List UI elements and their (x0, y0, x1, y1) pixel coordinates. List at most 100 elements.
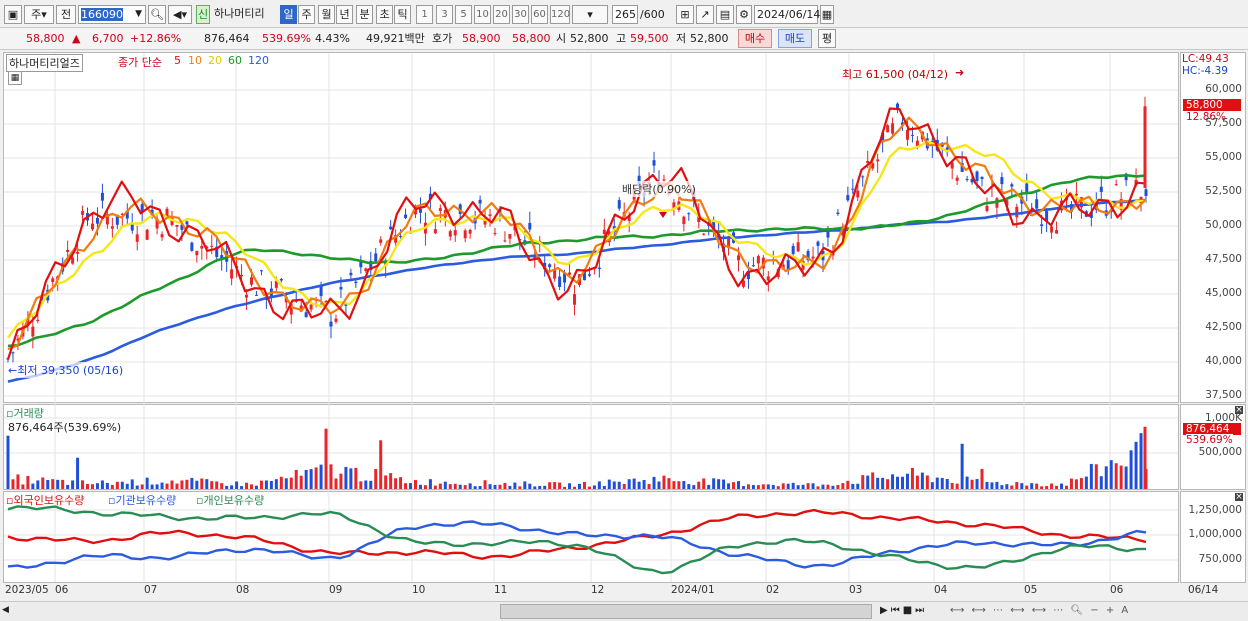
zoom-controls[interactable]: ⟷ ⟷ ⋯ ⟷ ⟷ ⋯ 🔍︎ − + A (950, 605, 1130, 616)
candle-body (453, 230, 457, 236)
candle-body (95, 217, 99, 224)
legend-retail-text: 개인보유수량 (203, 494, 265, 507)
candle-body (359, 261, 363, 268)
volume-bar (1124, 466, 1128, 489)
candle-body (1025, 183, 1029, 192)
volume-bar (478, 486, 482, 489)
candle-body (468, 229, 472, 234)
volume-bar (200, 478, 204, 489)
candle-body (354, 281, 358, 284)
volume-bar (31, 483, 35, 489)
candle-body (279, 279, 283, 281)
candle-body (448, 231, 452, 237)
legend-retail: ▫개인보유수량 (196, 494, 265, 507)
price-tick-1: 57,500 (1205, 117, 1242, 129)
x-label-8: 2024/01 (671, 584, 715, 596)
candle-body (71, 257, 75, 264)
holdings-tick-1250k: 1,250,000 (1188, 504, 1242, 516)
candle-body (259, 270, 263, 272)
ma10-label: 10 (188, 54, 202, 67)
scrollbar[interactable]: ◀ ▶⏮■⏭ ⟷ ⟷ ⋯ ⟷ ⟷ ⋯ 🔍︎ − + A (0, 601, 1248, 621)
candle-body (185, 221, 189, 225)
volume-bar (1129, 450, 1133, 489)
x-label-1: 06 (55, 584, 69, 596)
candle-body (856, 190, 860, 198)
price-tick-6: 45,000 (1205, 287, 1242, 299)
candle-body (702, 233, 706, 235)
playback-controls[interactable]: ▶⏮■⏭ (880, 605, 927, 616)
volume-bar (697, 481, 701, 489)
volume-bar (1055, 485, 1059, 489)
price-tick-8: 40,000 (1205, 355, 1242, 367)
price-tick-7: 42,500 (1205, 321, 1242, 333)
volume-bar (215, 481, 219, 489)
volume-bar (737, 481, 741, 489)
volume-bar (925, 475, 929, 489)
volume-bar (687, 484, 691, 489)
volume-bar (965, 476, 969, 489)
volume-bar (766, 484, 770, 489)
volume-bar (51, 479, 55, 489)
volume-bar (130, 479, 134, 489)
ma120-label: 120 (248, 54, 269, 67)
chart-canvas[interactable]: ➜ (0, 0, 1248, 621)
grid-icon[interactable]: ▦ (8, 71, 22, 85)
candle-body (558, 276, 562, 287)
volume-bar (876, 477, 880, 489)
volume-bar (930, 482, 934, 489)
volume-bar (935, 477, 939, 489)
volume-bar (1040, 486, 1044, 489)
candle-body (90, 223, 94, 230)
volume-bar (538, 486, 542, 489)
candle-body (737, 255, 741, 261)
candle-body (304, 312, 308, 318)
x-label-4: 09 (329, 584, 343, 596)
volume-bar (448, 484, 452, 489)
volume-bar (349, 468, 353, 489)
volume-bar (627, 479, 631, 489)
candle-body (433, 229, 437, 234)
volume-bar (145, 477, 149, 489)
volume-bar (1089, 463, 1093, 489)
candle-body (846, 195, 850, 201)
volume-bar (533, 486, 537, 489)
candle-body (1010, 184, 1014, 187)
volume-bar (230, 485, 234, 489)
volume-bar (990, 482, 994, 489)
volume-bar (374, 469, 378, 489)
x-label-2: 07 (144, 584, 158, 596)
volume-bar (498, 484, 502, 489)
volume-bar (662, 475, 666, 489)
volume-bar (170, 480, 174, 489)
volume-bar (294, 469, 298, 489)
candle-body (528, 223, 532, 230)
volume-bar (150, 484, 154, 489)
volume-bar (791, 482, 795, 489)
volume-bar (279, 476, 283, 489)
candle-body (1000, 177, 1004, 185)
volume-bar (220, 483, 224, 489)
candle-body (200, 245, 204, 249)
volume-bar (781, 483, 785, 489)
volume-bar (751, 485, 755, 489)
volume-bar (6, 435, 10, 489)
holdings-close-icon[interactable]: × (1235, 493, 1243, 502)
volume-bar (771, 484, 775, 489)
volume-bar (259, 480, 263, 489)
candle-body (404, 214, 408, 219)
volume-bar (309, 469, 313, 489)
scroll-thumb[interactable] (500, 604, 872, 619)
volume-bar (741, 486, 745, 489)
volume-bar (851, 483, 855, 489)
ma-line-120 (7, 198, 1147, 383)
candle-body (374, 253, 378, 262)
volume-bar (269, 481, 273, 489)
candle-body (349, 272, 353, 276)
volume-bar (225, 485, 229, 489)
scroll-left-icon[interactable]: ◀ (2, 605, 14, 619)
volume-bar (1094, 464, 1098, 489)
x-label-0: 2023/05 (5, 584, 49, 596)
hc-value: HC:-4.39 (1182, 65, 1228, 77)
volume-bar (76, 457, 80, 489)
candle-body (796, 242, 800, 252)
